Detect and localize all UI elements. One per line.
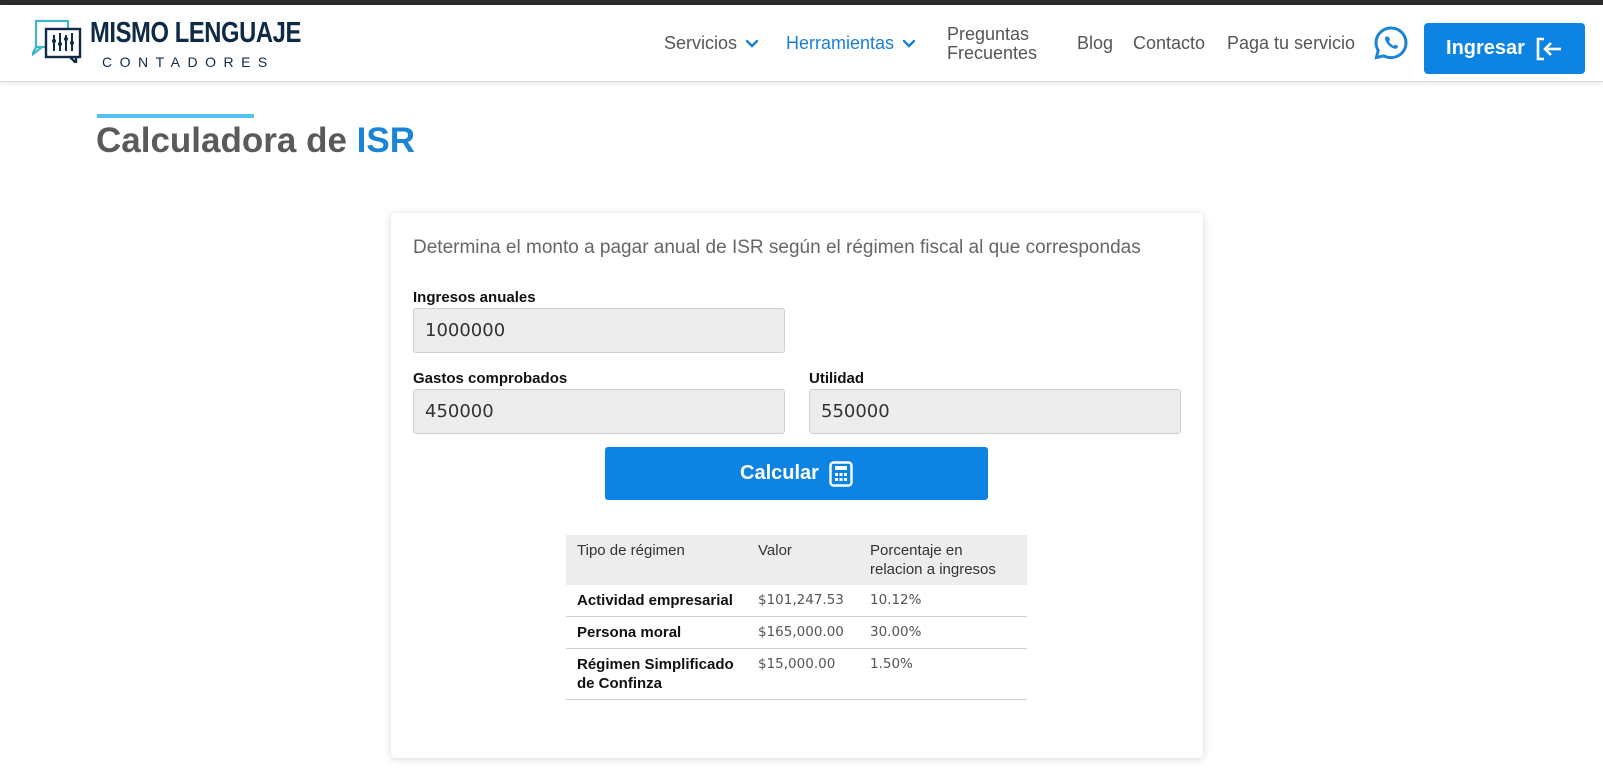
nav-paga-servicio[interactable]: Paga tu servicio <box>1227 5 1355 82</box>
header-tipo-regimen: Tipo de régimen <box>566 535 747 585</box>
chevron-down-icon <box>745 39 759 48</box>
table-row: Actividad empresarial $101,247.53 10.12% <box>566 585 1027 617</box>
gastos-label: Gastos comprobados <box>413 370 568 387</box>
nav-blog[interactable]: Blog <box>1077 5 1113 82</box>
row-value: $15,000.00 <box>747 648 859 700</box>
whatsapp-icon[interactable] <box>1373 25 1409 61</box>
calculator-icon <box>829 460 853 487</box>
table-row: Régimen Simplificado de Confinza $15,000… <box>566 648 1027 700</box>
logo-mark-icon <box>32 19 82 63</box>
nav-servicios-label: Servicios <box>664 33 738 53</box>
login-button-label: Ingresar <box>1446 37 1525 59</box>
utilidad-label: Utilidad <box>809 370 864 387</box>
table-row: Persona moral $165,000.00 30.00% <box>566 616 1027 649</box>
chevron-down-icon <box>902 39 916 48</box>
page-title: Calculadora de ISR <box>96 121 415 161</box>
nav-preguntas-line1: Preguntas <box>947 23 1030 44</box>
nav-herramientas-label: Herramientas <box>786 33 895 53</box>
row-percent: 30.00% <box>859 616 1027 649</box>
row-value: $101,247.53 <box>747 585 859 617</box>
calcular-button[interactable]: Calcular <box>605 447 988 500</box>
calculator-description: Determina el monto a pagar anual de ISR … <box>413 237 1141 258</box>
nav-blog-label: Blog <box>1077 33 1114 53</box>
header-porcentaje: Porcentaje en relacion a ingresos <box>859 535 1027 585</box>
title-accent-bar <box>97 114 254 118</box>
gastos-input[interactable] <box>413 389 785 434</box>
row-value: $165,000.00 <box>747 616 859 649</box>
ingresos-input[interactable] <box>413 308 785 353</box>
brand-title: MISMO LENGUAJE <box>90 17 301 49</box>
results-header-row: Tipo de régimen Valor Porcentaje en rela… <box>566 535 1027 585</box>
nav-herramientas[interactable]: Herramientas <box>786 5 916 82</box>
row-regime: Persona moral <box>566 616 747 649</box>
results-table: Tipo de régimen Valor Porcentaje en rela… <box>566 535 1027 700</box>
nav-contacto-label: Contacto <box>1133 33 1206 53</box>
brand-subtitle: CONTADORES <box>102 54 275 70</box>
utilidad-input[interactable] <box>809 389 1181 434</box>
row-percent: 10.12% <box>859 585 1027 617</box>
site-header: MISMO LENGUAJE CONTADORES Servicios Herr… <box>0 5 1603 82</box>
page-title-main: Calculadora de <box>96 121 357 160</box>
nav-paga-servicio-label: Paga tu servicio <box>1227 33 1356 53</box>
page-title-accent: ISR <box>356 121 415 160</box>
row-percent: 1.50% <box>859 648 1027 700</box>
nav-servicios[interactable]: Servicios <box>664 5 759 82</box>
ingresos-label: Ingresos anuales <box>413 289 536 306</box>
login-button[interactable]: Ingresar <box>1424 23 1585 74</box>
calcular-button-label: Calcular <box>740 462 819 484</box>
header-valor: Valor <box>747 535 859 585</box>
isr-calculator-card: Determina el monto a pagar anual de ISR … <box>391 213 1203 758</box>
nav-contacto[interactable]: Contacto <box>1133 5 1205 82</box>
row-regime: Régimen Simplificado de Confinza <box>566 648 747 700</box>
nav-preguntas-frecuentes[interactable]: Preguntas Frecuentes <box>947 5 1037 82</box>
brand-logo[interactable]: MISMO LENGUAJE CONTADORES <box>32 15 301 71</box>
sign-in-icon <box>1536 37 1561 60</box>
row-regime: Actividad empresarial <box>566 585 747 617</box>
nav-preguntas-line2: Frecuentes <box>947 42 1038 63</box>
